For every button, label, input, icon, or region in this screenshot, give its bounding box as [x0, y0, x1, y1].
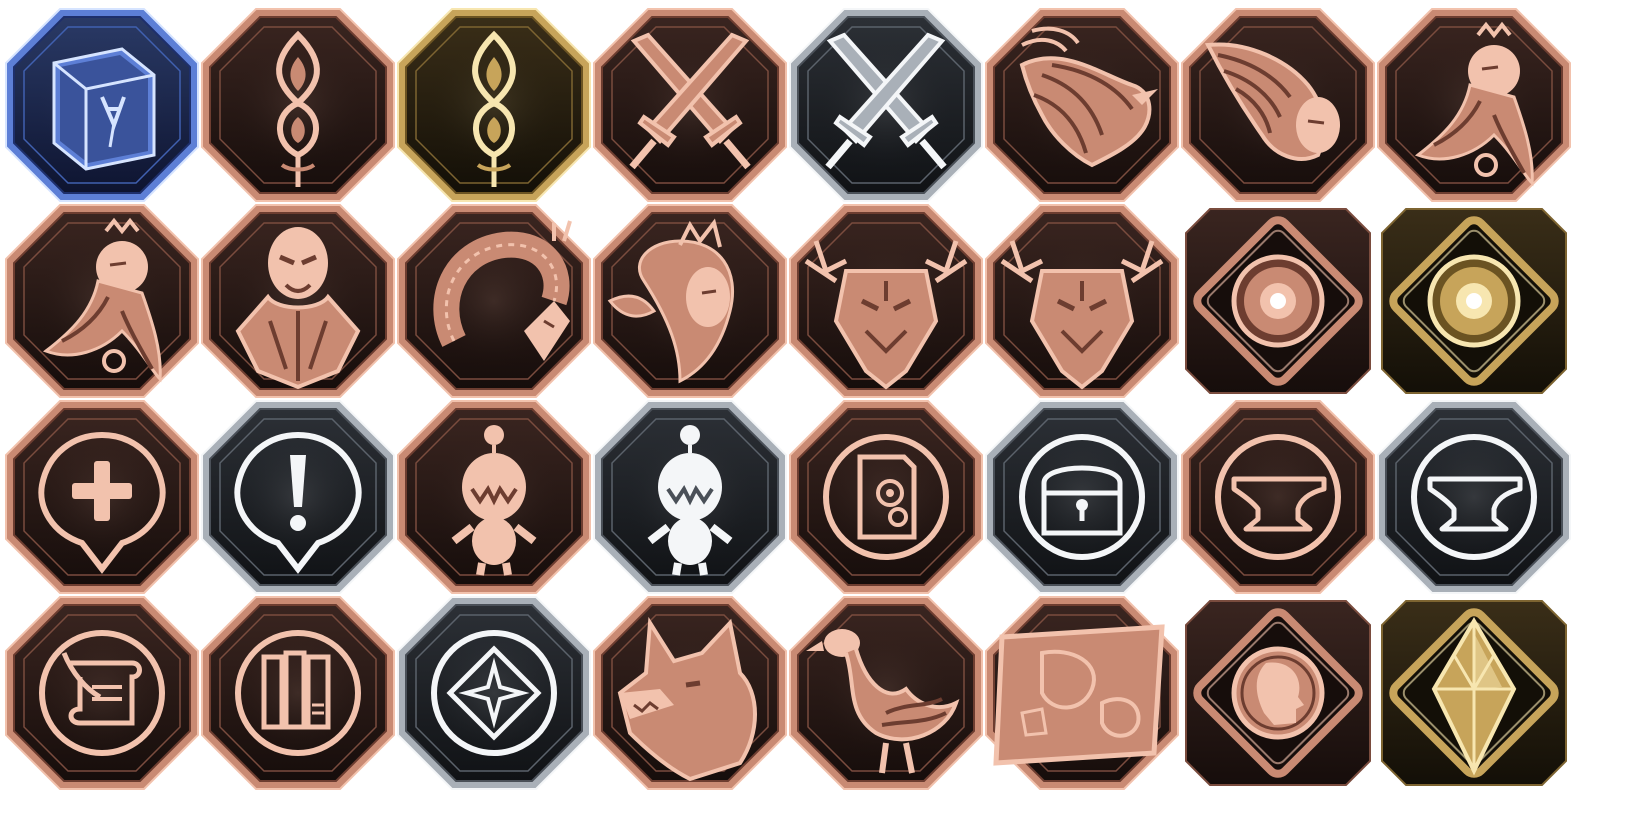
badge-frame	[985, 400, 1179, 594]
badge-orb	[1374, 201, 1574, 401]
badge-antlered-beast	[786, 201, 986, 401]
badge-garuda	[1178, 5, 1378, 205]
badge-frame	[985, 204, 1179, 398]
badge-wolf	[590, 593, 790, 793]
book-icon	[52, 47, 156, 171]
badge-bearded-sage	[2, 201, 202, 401]
badge-map	[982, 593, 1182, 793]
badge-frame	[1185, 208, 1371, 394]
badge-frame	[985, 596, 1179, 790]
badge-frame	[1377, 8, 1571, 202]
badge-frame	[593, 8, 787, 202]
badge-flame	[198, 5, 398, 205]
badge-phoenix	[982, 5, 1182, 205]
badge-frame	[593, 400, 787, 594]
badge-book	[2, 5, 202, 205]
badge-horned-demon	[198, 201, 398, 401]
badge-chocobo	[786, 593, 986, 793]
badge-crowned-woman	[590, 201, 790, 401]
badge-frame	[201, 204, 395, 398]
badge-frame	[593, 596, 787, 790]
orb-icon	[1427, 254, 1521, 348]
badge-serpent	[394, 201, 594, 401]
badge-frame	[1381, 600, 1567, 786]
badge-frame	[5, 8, 199, 202]
badge-star-diamond	[394, 593, 594, 793]
badge-frame	[789, 596, 983, 790]
badge-frame	[5, 596, 199, 790]
badge-frame	[1181, 400, 1375, 594]
badge-frame	[985, 8, 1179, 202]
badge-treasure-chest	[982, 397, 1182, 597]
badge-flame	[394, 5, 594, 205]
badge-coin-profile	[1178, 593, 1378, 793]
badge-frame	[397, 400, 591, 594]
badge-card	[786, 397, 986, 597]
orb-icon	[1231, 254, 1325, 348]
badge-frame	[5, 400, 199, 594]
badge-frame	[397, 596, 591, 790]
badge-books	[198, 593, 398, 793]
badge-bearded-sage	[1374, 5, 1574, 205]
badge-plus-marker	[2, 397, 202, 597]
badge-frame	[1181, 8, 1375, 202]
coin-profile-icon	[1231, 646, 1325, 740]
badge-moogle	[590, 397, 790, 597]
badge-frame	[397, 8, 591, 202]
badge-anvil	[1178, 397, 1378, 597]
badge-frame	[201, 400, 395, 594]
badge-orb	[1178, 201, 1378, 401]
badge-moogle	[394, 397, 594, 597]
badge-crossed-swords	[786, 5, 986, 205]
badge-frame	[789, 8, 983, 202]
badge-antlered-beast	[982, 201, 1182, 401]
badge-scroll-quill	[2, 593, 202, 793]
badge-frame	[201, 8, 395, 202]
icon-sheet	[0, 0, 1650, 825]
badge-frame	[5, 204, 199, 398]
badge-frame	[1377, 400, 1571, 594]
badge-exclamation-marker	[198, 397, 398, 597]
badge-frame	[789, 204, 983, 398]
badge-crystal	[1374, 593, 1574, 793]
badge-frame	[397, 204, 591, 398]
badge-frame	[593, 204, 787, 398]
badge-frame	[201, 596, 395, 790]
badge-anvil	[1374, 397, 1574, 597]
badge-frame	[1185, 600, 1371, 786]
badge-frame	[1381, 208, 1567, 394]
badge-frame	[789, 400, 983, 594]
badge-crossed-swords	[590, 5, 790, 205]
map-icon	[993, 624, 1165, 766]
